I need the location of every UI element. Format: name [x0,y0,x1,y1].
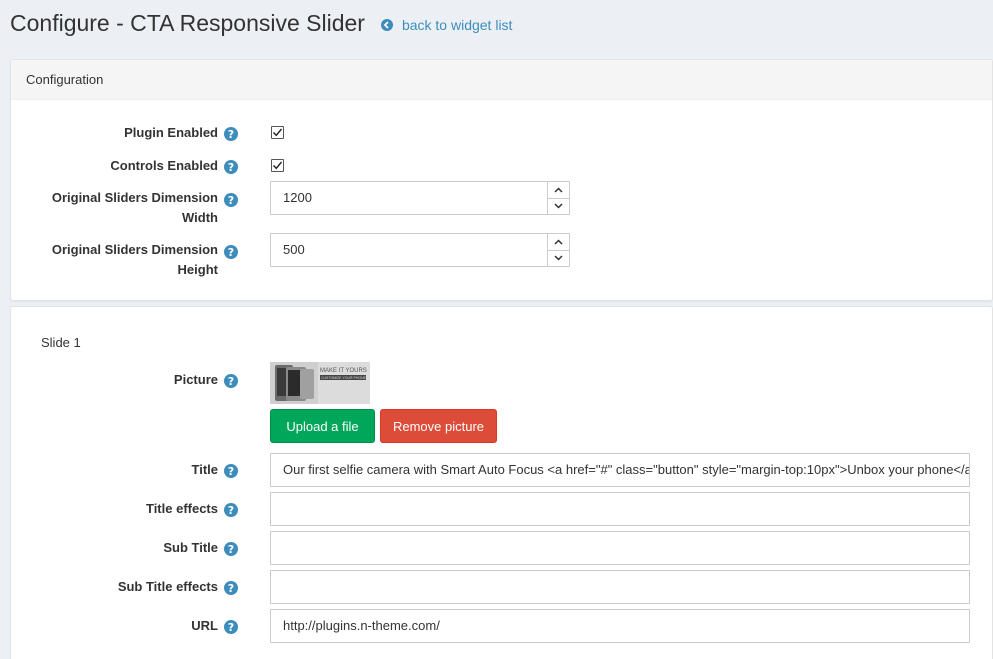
slider-height-spinner [547,234,569,266]
arrow-circle-left-icon [380,18,393,31]
title-value: Our first selfie camera with Smart Auto … [283,462,970,477]
thumb-caption-line2: CUSTOMIZE YOUR PHONE [321,376,367,380]
help-icon[interactable]: ? [224,464,238,478]
page-title: Configure - CTA Responsive Slider [10,9,365,36]
help-icon[interactable]: ? [224,542,238,556]
slider-width-label-line2: Width [182,210,218,225]
sub-title-label: Sub Title [163,540,218,555]
chevron-up-icon [554,187,563,193]
help-icon[interactable]: ? [224,620,238,634]
help-icon[interactable]: ? [224,245,238,259]
slide-picture-thumbnail: MAKE IT YOURS CUSTOMIZE YOUR PHONE [270,362,370,404]
chevron-up-icon [554,239,563,245]
slider-height-label-line1: Original Sliders Dimension [51,242,218,257]
title-input[interactable]: Our first selfie camera with Smart Auto … [270,453,970,487]
slider-height-label: Original Sliders Dimension Height [11,240,218,280]
configuration-panel: Configuration Plugin Enabled ? Controls … [10,59,993,301]
url-value: http://plugins.n-theme.com/ [283,618,440,633]
title-effects-input[interactable] [270,492,970,526]
configuration-heading: Configuration [11,60,992,100]
decrement-button[interactable] [548,197,569,215]
chevron-down-icon [554,255,563,261]
help-icon[interactable]: ? [224,374,238,388]
back-to-widget-list-link[interactable]: back to widget list [380,14,513,33]
help-icon[interactable]: ? [224,581,238,595]
page-header: Configure - CTA Responsive Slider back t… [10,8,512,38]
url-label: URL [191,618,218,633]
increment-button[interactable] [548,234,569,250]
slider-width-label: Original Sliders Dimension Width [11,188,218,228]
slider-height-input[interactable]: 500 [270,233,570,267]
slider-width-spinner [547,182,569,214]
help-icon[interactable]: ? [224,503,238,517]
slide-heading: Slide 1 [41,335,81,350]
chevron-down-icon [554,203,563,209]
controls-enabled-checkbox[interactable] [271,159,284,172]
slider-width-value: 1200 [283,190,312,205]
slider-height-value: 500 [283,242,305,257]
title-label: Title [191,462,219,477]
sub-title-effects-label: Sub Title effects [117,579,218,594]
thumb-caption-line1: MAKE IT YOURS [320,368,367,374]
slide-panel: Slide 1 Picture ? MAKE IT YOURS CUSTOMIZ… [10,306,993,659]
upload-file-button[interactable]: Upload a file [270,409,375,443]
picture-label: Picture [173,372,218,387]
help-icon[interactable]: ? [224,160,238,174]
slider-width-label-line1: Original Sliders Dimension [51,190,218,205]
back-link-label: back to widget list [401,16,513,33]
sub-title-input[interactable] [270,531,970,565]
plugin-enabled-checkbox[interactable] [271,126,284,139]
increment-button[interactable] [548,182,569,198]
sub-title-effects-input[interactable] [270,570,970,604]
help-icon[interactable]: ? [224,127,238,141]
slider-width-input[interactable]: 1200 [270,181,570,215]
decrement-button[interactable] [548,249,569,267]
controls-enabled-label: Controls Enabled [110,158,218,173]
checkmark-icon [273,161,283,170]
plugin-enabled-label: Plugin Enabled [124,125,218,140]
slider-height-label-line2: Height [177,262,218,277]
remove-picture-button[interactable]: Remove picture [380,409,497,443]
checkmark-icon [273,128,283,137]
url-input[interactable]: http://plugins.n-theme.com/ [270,609,970,643]
help-icon[interactable]: ? [224,193,238,207]
title-effects-label: Title effects [145,501,218,516]
